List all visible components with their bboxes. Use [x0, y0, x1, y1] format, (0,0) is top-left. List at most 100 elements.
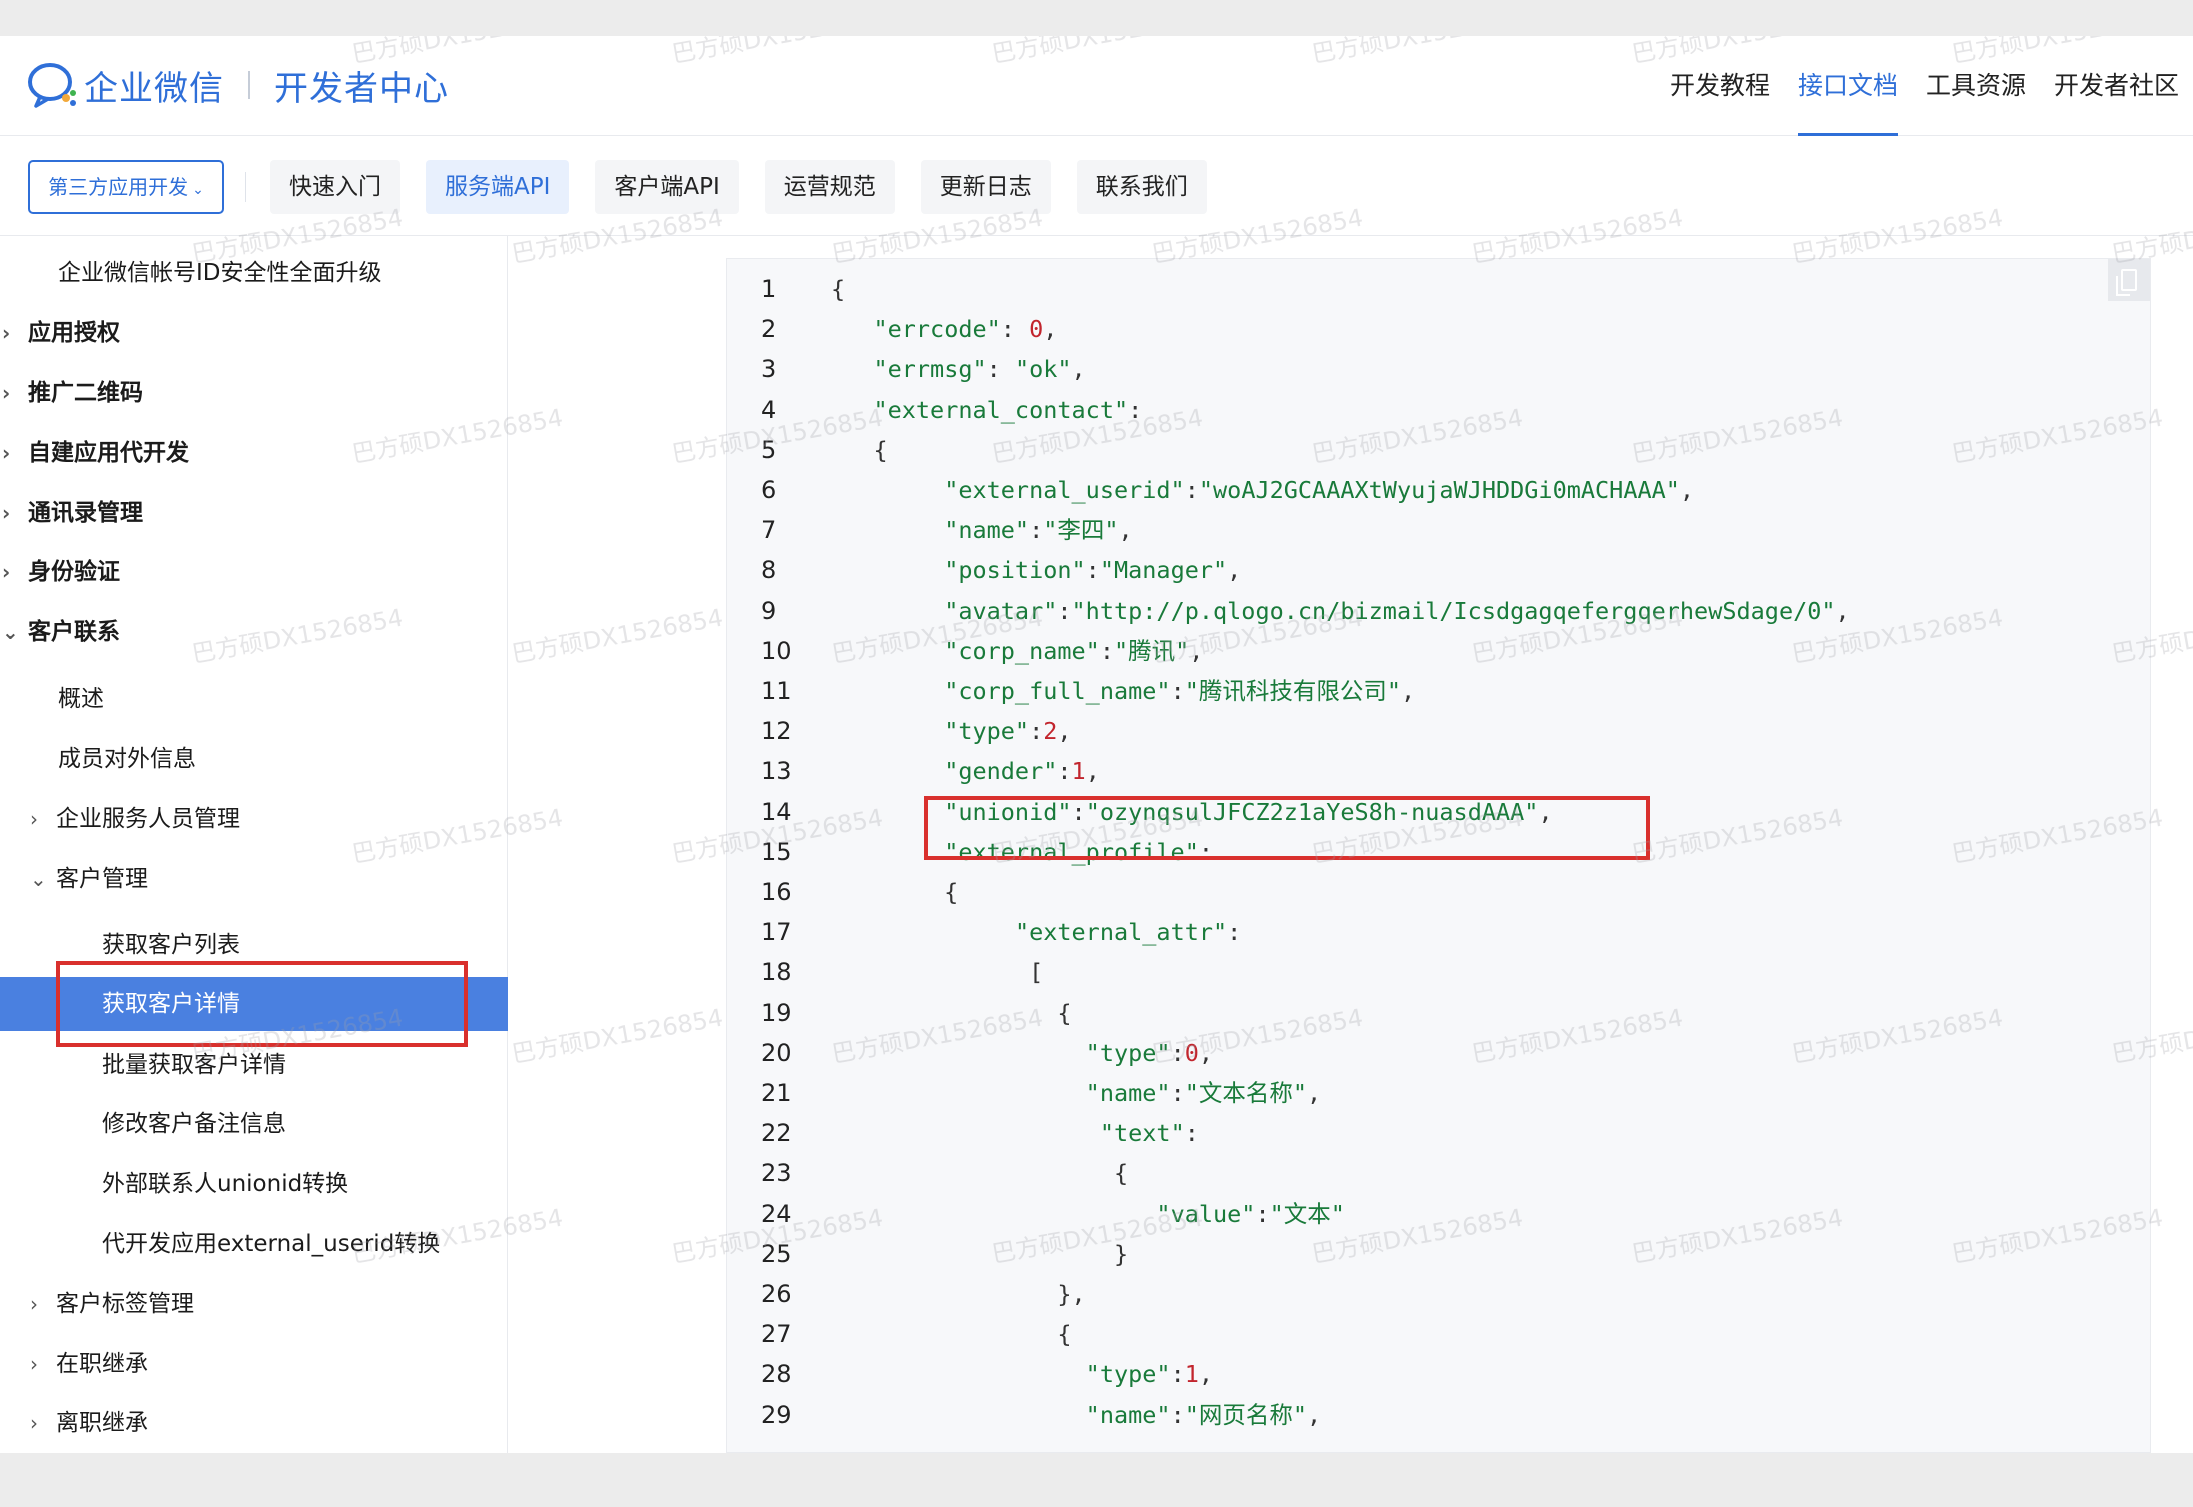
line-number: 11 [761, 677, 792, 705]
code-line: 27 { [727, 1314, 2147, 1354]
highlight-box-sidebar [56, 961, 468, 1047]
subnav-tab[interactable]: 快速入门 [270, 160, 400, 214]
top-nav-item[interactable]: 工具资源 [1926, 36, 2026, 136]
code-line: 7 "name":"李四", [727, 510, 2147, 550]
line-number: 20 [761, 1038, 792, 1067]
sidebar-item-label: 获取客户列表 [102, 932, 240, 958]
line-number: 22 [761, 1119, 792, 1148]
sidebar-item[interactable]: 成员对外信息 [58, 732, 196, 786]
code-line: 21 "name":"文本名称", [727, 1073, 2147, 1113]
sidebar-item-label: 概述 [58, 686, 104, 712]
code-text: { [831, 1159, 1129, 1188]
subnav-tab[interactable]: 联系我们 [1076, 160, 1207, 214]
chevron-right-icon: › [30, 1352, 38, 1376]
top-nav-item[interactable]: 接口文档 [1797, 36, 1898, 136]
sidebar-item[interactable]: › 推广二维码 [2, 366, 143, 420]
sidebar-item[interactable]: › 企业服务人员管理 [30, 792, 240, 846]
code-line: 18 [ [727, 952, 2147, 992]
sidebar-item[interactable]: 企业微信帐号ID安全性全面升级 [58, 246, 382, 300]
code-text: "name":"文本名称", [1085, 1079, 1322, 1107]
chevron-down-icon: ⌄ [192, 182, 204, 198]
page: 企业微信 开发者中心 开发教程 接口文档 工具资源 开发者社区 第三方应用开发 ⌄ 快速… [0, 36, 2193, 1453]
code-line: 2 "errcode": 0, [727, 309, 2147, 349]
sidebar-item[interactable]: › 通讯录管理 [2, 486, 143, 540]
code-text: "external_userid":"woAJ2GCAAAXtWyujaWJHD… [944, 476, 1695, 504]
watermark-text: 巴方硕DX1526854 [509, 1003, 726, 1069]
logo-divider [248, 71, 250, 99]
code-text: "corp_full_name":"腾讯科技有限公司", [944, 677, 1416, 705]
sidebar-item[interactable]: 外部联系人unionid转换 [102, 1157, 348, 1211]
chevron-right-icon: › [2, 560, 11, 584]
sidebar: 企业微信帐号ID安全性全面升级 › 应用授权 › 推广二维码 › 自建应用代开发 › 通讯录管理… [0, 236, 508, 1453]
sidebar-item[interactable]: › 离职继承 [30, 1396, 148, 1450]
top-nav-item[interactable]: 开发教程 [1670, 36, 1770, 136]
logo-text: 企业微信 [84, 68, 224, 109]
subnav-tab[interactable]: 更新日志 [920, 160, 1051, 214]
code-text: "text": [1099, 1119, 1199, 1148]
subnav-tab[interactable]: 服务端API [426, 160, 570, 214]
chevron-right-icon: › [30, 1292, 38, 1316]
code-line: 23 { [727, 1153, 2147, 1193]
line-number: 21 [761, 1079, 792, 1107]
sidebar-item[interactable]: › 应用授权 [2, 306, 120, 360]
code-text: { [831, 1320, 1072, 1349]
sidebar-item[interactable]: 代开发应用external_userid转换 [102, 1217, 440, 1271]
sidebar-item-label: 通讯录管理 [28, 500, 143, 526]
sidebar-item[interactable]: ⌄ 客户联系 [2, 605, 120, 659]
sidebar-item-label: 成员对外信息 [58, 746, 196, 772]
sidebar-item-label: 批量获取客户详情 [102, 1052, 286, 1078]
line-number: 6 [761, 476, 777, 504]
code-line: 28 "type":1, [727, 1354, 2147, 1394]
line-number: 26 [761, 1280, 792, 1308]
line-number: 2 [761, 315, 777, 344]
sidebar-item[interactable]: ⌄ 客户管理 [30, 852, 148, 906]
code-line: 20 "type":0, [727, 1033, 2147, 1073]
sub-nav: 第三方应用开发 ⌄ 快速入门 服务端API 客户端API 运营规范 更新日志 联系我们 [0, 136, 2193, 236]
sidebar-item-label: 身份验证 [28, 559, 120, 585]
line-number: 25 [761, 1239, 792, 1268]
line-number: 13 [761, 757, 792, 786]
line-number: 18 [761, 958, 792, 987]
highlight-box-code [924, 796, 1650, 860]
sidebar-item-label: 自建应用代开发 [28, 440, 189, 466]
code-line: 17 "external_attr": [727, 912, 2147, 952]
code-text: }, [831, 1280, 1086, 1308]
line-number: 9 [761, 596, 777, 625]
code-text: "type":0, [1085, 1038, 1214, 1067]
code-text: "type":2, [944, 717, 1072, 746]
code-text: "value":"文本" [1156, 1199, 1345, 1228]
sidebar-item[interactable]: 修改客户备注信息 [102, 1097, 286, 1151]
sidebar-item[interactable]: › 身份验证 [2, 545, 120, 599]
code-line: 16 { [727, 872, 2147, 912]
sidebar-item[interactable]: › 自建应用代开发 [2, 426, 189, 480]
product-dropdown[interactable]: 第三方应用开发 ⌄ [28, 160, 224, 214]
sidebar-item-label: 客户联系 [28, 619, 120, 645]
code-line: 26 }, [727, 1274, 2147, 1314]
top-nav: 开发教程 接口文档 工具资源 开发者社区 [1656, 36, 2193, 136]
line-number: 28 [761, 1360, 792, 1389]
top-nav-item[interactable]: 开发者社区 [2054, 36, 2179, 136]
code-line: 3 "errmsg": "ok", [727, 349, 2147, 389]
subnav-tab[interactable]: 客户端API [595, 160, 739, 214]
code-line: 29 "name":"网页名称", [727, 1395, 2147, 1435]
watermark-text: 巴方硕DX1526854 [509, 603, 726, 669]
code-text: "corp_name":"腾讯", [944, 636, 1204, 665]
line-number: 5 [761, 435, 777, 464]
sidebar-item[interactable]: › 在职继承 [30, 1337, 148, 1391]
line-number: 17 [761, 918, 792, 947]
chevron-right-icon: › [2, 381, 11, 405]
line-number: 8 [761, 556, 777, 585]
line-number: 27 [761, 1320, 792, 1349]
code-text: "errcode": 0, [873, 315, 1058, 344]
code-line: 13 "gender":1, [727, 751, 2147, 791]
sidebar-item-label: 推广二维码 [28, 380, 143, 406]
code-text: "external_contact": [873, 395, 1143, 424]
code-line: 19 { [727, 993, 2147, 1033]
code-line: 11 "corp_full_name":"腾讯科技有限公司", [727, 671, 2147, 711]
logo[interactable]: 企业微信 开发者中心 [26, 60, 449, 110]
subnav-tab[interactable]: 运营规范 [764, 160, 895, 214]
line-number: 1 [761, 275, 777, 303]
sidebar-item[interactable]: › 客户标签管理 [30, 1277, 194, 1331]
code-line: 25 } [727, 1234, 2147, 1274]
sidebar-item[interactable]: 概述 [58, 672, 104, 726]
